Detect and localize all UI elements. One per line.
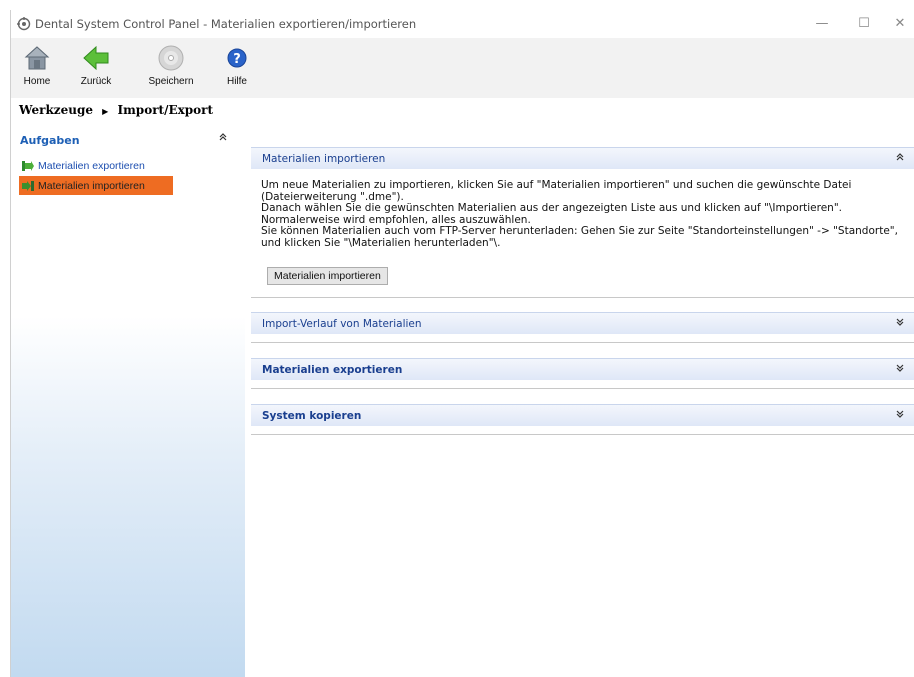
panel-divider bbox=[251, 388, 914, 389]
panel-divider bbox=[251, 297, 914, 298]
help-label: Hilfe bbox=[226, 76, 247, 87]
import-icon bbox=[22, 180, 34, 191]
maximize-button[interactable]: ☐ bbox=[851, 14, 877, 34]
title-bar[interactable]: Dental System Control Panel - Materialie… bbox=[11, 10, 914, 38]
breadcrumb-part-tools[interactable]: Werkzeuge bbox=[19, 103, 93, 117]
sidebar-heading: Aufgaben bbox=[20, 134, 80, 147]
app-logo-icon bbox=[17, 17, 31, 31]
breadcrumb-separator-icon: ▶ bbox=[102, 105, 109, 116]
back-label: Zurück bbox=[80, 76, 112, 87]
minimize-button[interactable]: — bbox=[809, 14, 835, 34]
home-button[interactable]: Home bbox=[17, 44, 57, 94]
breadcrumb: Werkzeuge ▶ Import/Export bbox=[11, 98, 914, 122]
import-materials-button[interactable]: Materialien importieren bbox=[267, 267, 388, 285]
instruction-line: Sie können Materialien auch vom FTP-Serv… bbox=[261, 225, 898, 249]
arrow-left-icon bbox=[83, 45, 109, 71]
main-content: Materialien importieren Um neue Material… bbox=[251, 122, 914, 677]
home-label: Home bbox=[23, 76, 51, 87]
toolbar: Home Zurück Speichern ? Hilfe bbox=[11, 38, 914, 98]
double-chevron-up-icon[interactable] bbox=[895, 152, 905, 162]
sidebar: Aufgaben Materialien exportieren Materia… bbox=[11, 122, 245, 677]
svg-text:?: ? bbox=[233, 52, 241, 67]
panel-header-import[interactable]: Materialien importieren bbox=[251, 147, 914, 169]
app-window: Dental System Control Panel - Materialie… bbox=[10, 10, 914, 677]
panel-title: System kopieren bbox=[262, 409, 362, 422]
panel-divider bbox=[251, 342, 914, 343]
help-icon: ? bbox=[227, 48, 247, 68]
sidebar-collapse-icon[interactable] bbox=[216, 132, 230, 146]
disc-save-icon bbox=[158, 45, 184, 71]
sidebar-item-export[interactable]: Materialien exportieren bbox=[19, 156, 173, 175]
panel-title: Materialien exportieren bbox=[262, 363, 403, 376]
panel-title: Materialien importieren bbox=[262, 152, 386, 165]
double-chevron-up-icon bbox=[219, 133, 227, 141]
instruction-line: Um neue Materialien zu importieren, klic… bbox=[261, 179, 852, 203]
import-instructions: Um neue Materialien zu importieren, klic… bbox=[261, 179, 911, 249]
back-button[interactable]: Zurück bbox=[71, 44, 121, 94]
panel-header-export[interactable]: Materialien exportieren bbox=[251, 358, 914, 380]
save-label: Speichern bbox=[148, 76, 194, 87]
close-button[interactable]: ✕ bbox=[887, 14, 913, 34]
double-chevron-down-icon[interactable] bbox=[895, 317, 905, 327]
window-title: Dental System Control Panel - Materialie… bbox=[35, 17, 417, 31]
help-button[interactable]: ? Hilfe bbox=[217, 44, 257, 94]
double-chevron-down-icon[interactable] bbox=[895, 363, 905, 373]
sidebar-item-label: Materialien exportieren bbox=[38, 159, 145, 172]
panel-header-history[interactable]: Import-Verlauf von Materialien bbox=[251, 312, 914, 334]
panel-header-copy-system[interactable]: System kopieren bbox=[251, 404, 914, 426]
export-icon bbox=[22, 160, 34, 171]
sidebar-item-import[interactable]: Materialien importieren bbox=[19, 176, 173, 195]
panel-title: Import-Verlauf von Materialien bbox=[262, 317, 422, 330]
double-chevron-down-icon[interactable] bbox=[895, 409, 905, 419]
breadcrumb-part-import-export: Import/Export bbox=[117, 103, 214, 117]
save-button[interactable]: Speichern bbox=[143, 44, 199, 94]
instruction-line: Danach wählen Sie die gewünschten Materi… bbox=[261, 202, 843, 226]
home-icon bbox=[24, 46, 50, 70]
sidebar-item-label: Materialien importieren bbox=[38, 179, 145, 192]
panel-divider bbox=[251, 434, 914, 435]
